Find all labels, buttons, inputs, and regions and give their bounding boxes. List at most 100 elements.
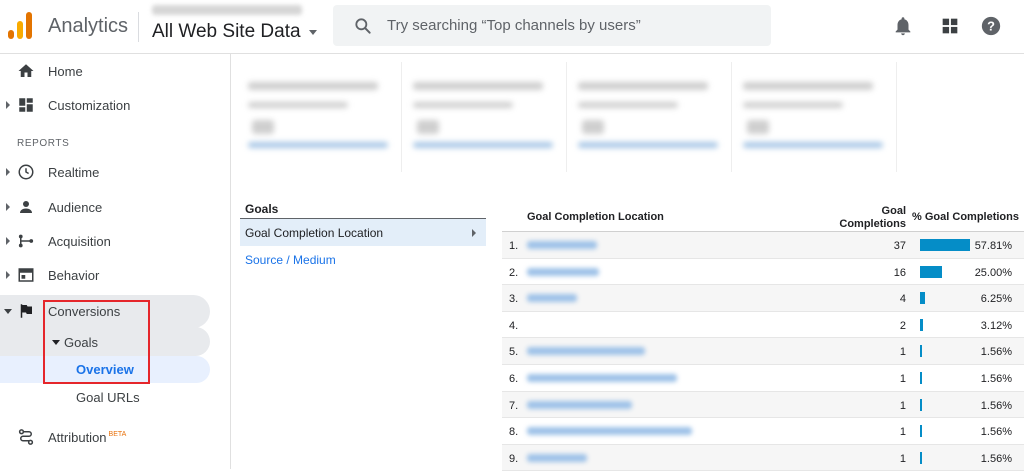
- main-content: Goals Goal Completion Location Source / …: [232, 54, 1024, 471]
- table-row[interactable]: 1. 37 57.81%: [502, 232, 1024, 259]
- redacted-location-link[interactable]: [527, 400, 632, 409]
- help-icon[interactable]: ?: [980, 15, 1002, 37]
- chevron-right-icon: [472, 229, 476, 237]
- sidebar-item-audience[interactable]: Audience: [0, 190, 231, 224]
- analytics-logo-icon[interactable]: [8, 12, 34, 40]
- redacted-sparkline: [743, 142, 883, 148]
- sidebar-item-customization[interactable]: Customization: [0, 88, 231, 122]
- sidebar-item-attribution[interactable]: Attribution BETA: [0, 420, 231, 454]
- goals-panel-heading: Goals: [240, 202, 486, 219]
- percent-bar: [920, 425, 922, 438]
- sidebar-item-acquisition[interactable]: Acquisition: [0, 224, 231, 258]
- row-number: 1.: [509, 240, 519, 252]
- percent-value: 1.56%: [980, 346, 1012, 359]
- title-divider: [138, 12, 139, 42]
- percent-bar: [920, 451, 922, 464]
- redacted-text: [743, 82, 873, 90]
- acquisition-icon: [18, 234, 34, 248]
- row-number: 5.: [509, 346, 519, 359]
- chevron-right-icon: [6, 237, 10, 245]
- redacted-location-link[interactable]: [527, 347, 645, 356]
- sidebar-item-label: Attribution BETA: [48, 430, 126, 445]
- redacted-text: [582, 120, 604, 134]
- column-header-location[interactable]: Goal Completion Location: [527, 211, 664, 223]
- percent-value: 1.56%: [980, 399, 1012, 412]
- percent-value: 57.81%: [974, 240, 1012, 252]
- table-row[interactable]: 2. 16 25.00%: [502, 259, 1024, 286]
- redacted-sparkline: [413, 142, 553, 148]
- red-highlight-box: [43, 300, 150, 384]
- percent-bar: [920, 265, 942, 278]
- redacted-location-link[interactable]: [527, 373, 677, 382]
- sidebar-item-label: Customization: [48, 97, 131, 113]
- completions-value: 1: [899, 346, 906, 359]
- dashboard-icon: [19, 98, 33, 112]
- completions-value: 4: [899, 293, 906, 306]
- table-row[interactable]: 4. 2 3.12%: [502, 312, 1024, 339]
- app-title: Analytics: [48, 15, 129, 37]
- dimension-goal-completion-location[interactable]: Goal Completion Location: [240, 219, 486, 246]
- redacted-location-link[interactable]: [527, 267, 599, 276]
- table-row[interactable]: 5. 1 1.56%: [502, 338, 1024, 365]
- chevron-down-icon: [4, 308, 12, 314]
- summary-card: [572, 62, 732, 172]
- sidebar-item-behavior[interactable]: Behavior: [0, 258, 231, 292]
- redacted-text: [248, 82, 378, 90]
- redacted-location-link[interactable]: [527, 294, 577, 303]
- dimension-source-medium[interactable]: Source / Medium: [240, 246, 486, 273]
- row-number: 2.: [509, 266, 519, 279]
- notifications-icon[interactable]: [892, 15, 914, 37]
- attribution-icon: [18, 429, 34, 445]
- goals-dimension-panel: Goals Goal Completion Location Source / …: [240, 202, 486, 273]
- clock-icon: [18, 164, 34, 180]
- redacted-sparkline: [248, 142, 388, 148]
- completions-value: 16: [893, 266, 906, 279]
- table-row[interactable]: 6. 1 1.56%: [502, 365, 1024, 392]
- percent-value: 1.56%: [980, 452, 1012, 465]
- completions-value: 1: [899, 452, 906, 465]
- sidebar-item-goal-urls[interactable]: Goal URLs: [76, 390, 140, 405]
- redacted-text: [413, 82, 543, 90]
- sidebar-item-label: Home: [48, 63, 83, 79]
- row-number: 3.: [509, 293, 519, 306]
- summary-card: [737, 62, 897, 172]
- completions-value: 1: [899, 372, 906, 385]
- beta-badge: BETA: [108, 431, 127, 439]
- table-row[interactable]: 7. 1 1.56%: [502, 391, 1024, 419]
- sidebar-item-realtime[interactable]: Realtime: [0, 155, 231, 189]
- summary-card: [242, 62, 402, 172]
- sidebar: Home Customization REPORTS Realtime Audi…: [0, 54, 231, 469]
- search-bar[interactable]: [333, 5, 771, 46]
- column-header-completions[interactable]: Goal Completions: [839, 205, 906, 231]
- chevron-right-icon: [6, 168, 10, 176]
- search-input[interactable]: [387, 5, 757, 46]
- home-icon: [18, 64, 34, 77]
- redacted-location-link[interactable]: [527, 427, 692, 436]
- sidebar-item-home[interactable]: Home: [0, 54, 231, 88]
- reports-heading: REPORTS: [17, 138, 70, 149]
- redacted-sparkline: [578, 142, 718, 148]
- flag-icon: [20, 304, 32, 318]
- completions-value: 37: [893, 240, 906, 252]
- table-row[interactable]: 8. 1 1.56%: [502, 418, 1024, 445]
- redacted-location-link[interactable]: [527, 241, 597, 249]
- percent-bar: [920, 292, 925, 305]
- completions-value: 1: [899, 399, 906, 412]
- sidebar-item-label: Audience: [48, 199, 103, 215]
- redacted-text: [743, 102, 843, 108]
- row-number: 6.: [509, 372, 519, 385]
- property-name: All Web Site Data: [152, 21, 301, 42]
- account-name-redacted: [152, 5, 302, 15]
- apps-grid-icon[interactable]: [939, 15, 961, 37]
- column-header-completions-line1: Goal: [881, 205, 906, 217]
- table-header: Goal Completion Location Goal Completion…: [502, 202, 1024, 232]
- redacted-text: [248, 102, 348, 108]
- property-selector[interactable]: All Web Site Data: [152, 21, 317, 43]
- sidebar-item-label: Realtime: [48, 164, 100, 180]
- percent-bar: [920, 345, 922, 358]
- attribution-label: Attribution: [48, 429, 107, 445]
- table-row[interactable]: 3. 4 6.25%: [502, 285, 1024, 312]
- table-row[interactable]: 9. 1 1.56%: [502, 444, 1024, 471]
- redacted-location-link[interactable]: [527, 453, 587, 462]
- column-header-percent[interactable]: % Goal Completions: [912, 211, 1019, 223]
